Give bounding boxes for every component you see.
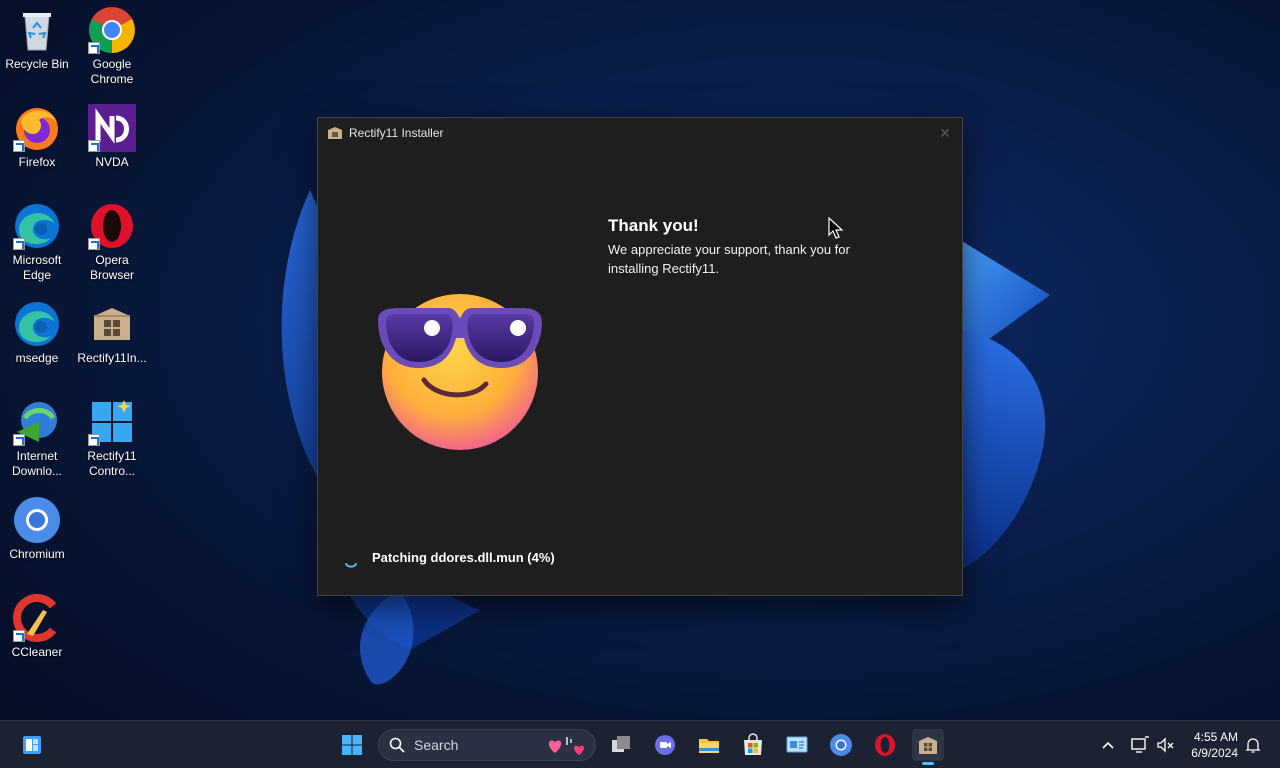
- desktop-icon-ccleaner[interactable]: CCleaner: [0, 594, 74, 660]
- desktop-icon-firefox[interactable]: Firefox: [0, 104, 74, 170]
- msedge-icon: [13, 300, 61, 348]
- thank-you-heading: Thank you!: [608, 216, 699, 235]
- search-highlight-hearts-icon: [548, 737, 584, 755]
- widgets-button[interactable]: [16, 729, 48, 761]
- desktop-icon-label: Opera Browser: [89, 253, 134, 282]
- chevron-up-icon[interactable]: [1098, 735, 1118, 755]
- desktop-icon-nvda[interactable]: NVDA: [75, 104, 149, 170]
- volume-muted-icon[interactable]: [1156, 735, 1176, 755]
- file-explorer-button[interactable]: [693, 729, 725, 761]
- shortcut-arrow-icon: [88, 238, 100, 250]
- shortcut-arrow-icon: [88, 140, 100, 152]
- chromium-taskbar-button[interactable]: [825, 729, 857, 761]
- rectify11-installer-icon: [88, 300, 136, 348]
- task-view-icon: [612, 736, 630, 752]
- system-clock[interactable]: 4:55 AM 6/9/2024: [1178, 729, 1238, 761]
- search-icon: [389, 737, 405, 753]
- desktop-icon-label: Chromium: [9, 547, 65, 561]
- thank-you-message: We appreciate your support, thank you fo…: [608, 242, 850, 276]
- notification-bell-icon[interactable]: [1243, 735, 1263, 755]
- desktop-icon-label: Firefox: [18, 155, 56, 169]
- rectify11-control-center-icon: [88, 398, 136, 446]
- desktop-icon-rectify11-installer[interactable]: Rectify11In...: [75, 300, 149, 366]
- desktop-icon-label: Google Chrome: [90, 57, 134, 86]
- loading-spinner-icon: [345, 563, 357, 568]
- nvda-icon: [88, 104, 136, 152]
- desktop-icon-recycle-bin[interactable]: Recycle Bin: [0, 6, 74, 72]
- opera-taskbar-button[interactable]: [869, 729, 901, 761]
- title-bar[interactable]: Rectify11 Installer: [318, 118, 962, 148]
- ccleaner-icon: [13, 594, 61, 642]
- desktop-icon-label: Rectify11 Contro...: [87, 449, 137, 478]
- desktop-icon-label: msedge: [15, 351, 59, 365]
- window-title: Rectify11 Installer: [349, 126, 444, 140]
- chromium-icon: [830, 734, 852, 756]
- desktop-icon-label: NVDA: [95, 155, 129, 169]
- teams-chat-icon: [655, 735, 675, 755]
- smiling-sunglasses-emoji-icon: [378, 294, 542, 450]
- recycle-bin-icon: [13, 6, 61, 54]
- opera-icon: [875, 734, 895, 756]
- desktop-icon-internet-download-manager[interactable]: Internet Downlo...: [0, 398, 74, 479]
- network-icon[interactable]: [1130, 735, 1150, 755]
- start-button[interactable]: [336, 729, 368, 761]
- desktop-icon-label: Internet Downlo...: [11, 449, 63, 478]
- taskbar: Search 4:55 AM 6/9/2024: [0, 720, 1280, 768]
- desktop-icon-microsoft-edge[interactable]: Microsoft Edge: [0, 202, 74, 283]
- search-label: Search: [414, 737, 459, 753]
- desktop-icon-google-chrome[interactable]: Google Chrome: [75, 6, 149, 87]
- control-panel-icon: [786, 736, 808, 753]
- desktop-icon-chromium[interactable]: Chromium: [0, 496, 74, 562]
- close-button[interactable]: ✕: [936, 124, 954, 142]
- desktop-icon-label: Recycle Bin: [5, 57, 69, 71]
- chromium-icon: [13, 496, 61, 544]
- mouse-cursor-icon: [828, 217, 844, 239]
- internet-download-manager-icon: [13, 398, 61, 446]
- windows-start-icon: [342, 735, 362, 755]
- store-icon: [744, 733, 762, 755]
- desktop-icon-label: Rectify11In...: [77, 351, 147, 365]
- clock-time: 4:55 AM: [1193, 730, 1238, 744]
- shortcut-arrow-icon: [88, 434, 100, 446]
- widgets-icon: [23, 736, 41, 754]
- installer-window: Rectify11 Installer ✕ Thank you! We appr…: [317, 117, 963, 596]
- desktop-icon-rectify11-control-center[interactable]: Rectify11 Contro...: [75, 398, 149, 479]
- rectify11-installer-taskbar-button[interactable]: [912, 729, 944, 765]
- teams-chat-button[interactable]: [649, 729, 681, 761]
- shortcut-arrow-icon: [13, 140, 25, 152]
- shortcut-arrow-icon: [88, 42, 100, 54]
- rectify11-installer-icon: [919, 737, 937, 754]
- folder-icon: [699, 739, 719, 753]
- shortcut-arrow-icon: [13, 630, 25, 642]
- shortcut-arrow-icon: [13, 238, 25, 250]
- taskbar-search-box[interactable]: Search: [378, 729, 596, 761]
- microsoft-edge-icon: [13, 202, 61, 250]
- rectify11-app-icon: [328, 127, 342, 139]
- google-chrome-icon: [88, 6, 136, 54]
- control-panel-button[interactable]: [781, 729, 813, 761]
- desktop-icon-opera[interactable]: Opera Browser: [75, 202, 149, 283]
- microsoft-store-button[interactable]: [737, 729, 769, 761]
- opera-icon: [88, 202, 136, 250]
- task-view-button[interactable]: [605, 729, 637, 761]
- clock-date: 6/9/2024: [1191, 746, 1238, 760]
- install-status-text: Patching ddores.dll.mun (4%): [372, 550, 555, 565]
- firefox-icon: [13, 104, 61, 152]
- desktop-icon-label: Microsoft Edge: [12, 253, 62, 282]
- shortcut-arrow-icon: [13, 434, 25, 446]
- desktop-icon-label: CCleaner: [11, 645, 63, 659]
- desktop-icon-msedge[interactable]: msedge: [0, 300, 74, 366]
